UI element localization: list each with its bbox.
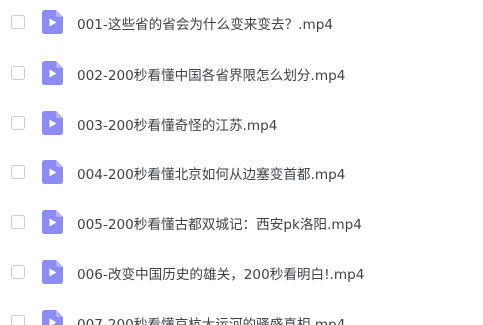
file-row[interactable]: 002-200秒看懂中国各省界限怎么划分.mp4 bbox=[0, 59, 483, 89]
file-name[interactable]: 003-200秒看懂奇怪的江苏.mp4 bbox=[77, 114, 277, 134]
file-checkbox[interactable] bbox=[11, 15, 25, 29]
file-name[interactable]: 002-200秒看懂中国各省界限怎么划分.mp4 bbox=[77, 64, 345, 84]
file-checkbox[interactable] bbox=[11, 165, 25, 179]
file-name[interactable]: 005-200秒看懂古都双城记：西安pk洛阳.mp4 bbox=[77, 213, 362, 233]
file-name[interactable]: 007-200秒看懂京杭大运河的骚盛真相.mp4 bbox=[77, 313, 345, 325]
file-checkbox[interactable] bbox=[11, 315, 25, 325]
file-name[interactable]: 004-200秒看懂北京如何从边塞变首都.mp4 bbox=[77, 163, 345, 183]
video-file-icon bbox=[42, 310, 63, 325]
video-file-icon bbox=[42, 160, 63, 184]
file-checkbox[interactable] bbox=[11, 66, 25, 80]
file-checkbox[interactable] bbox=[11, 265, 25, 279]
video-file-icon bbox=[42, 260, 63, 284]
file-name[interactable]: 001-这些省的省会为什么变来变去？.mp4 bbox=[77, 13, 333, 33]
file-list: 001-这些省的省会为什么变来变去？.mp4 002-200秒看懂中国各省界限怎… bbox=[0, 0, 483, 325]
file-row[interactable]: 005-200秒看懂古都双城记：西安pk洛阳.mp4 bbox=[0, 208, 483, 238]
file-checkbox[interactable] bbox=[11, 215, 25, 229]
video-file-icon bbox=[42, 111, 63, 135]
file-checkbox[interactable] bbox=[11, 116, 25, 130]
video-file-icon bbox=[42, 61, 63, 85]
file-row[interactable]: 001-这些省的省会为什么变来变去？.mp4 bbox=[0, 8, 483, 38]
video-file-icon bbox=[42, 210, 63, 234]
file-row[interactable]: 003-200秒看懂奇怪的江苏.mp4 bbox=[0, 109, 483, 139]
file-row[interactable]: 007-200秒看懂京杭大运河的骚盛真相.mp4 bbox=[0, 308, 483, 325]
video-file-icon bbox=[42, 10, 63, 34]
file-row[interactable]: 004-200秒看懂北京如何从边塞变首都.mp4 bbox=[0, 158, 483, 188]
file-name[interactable]: 006-改变中国历史的雄关，200秒看明白!.mp4 bbox=[77, 263, 364, 283]
file-row[interactable]: 006-改变中国历史的雄关，200秒看明白!.mp4 bbox=[0, 258, 483, 288]
